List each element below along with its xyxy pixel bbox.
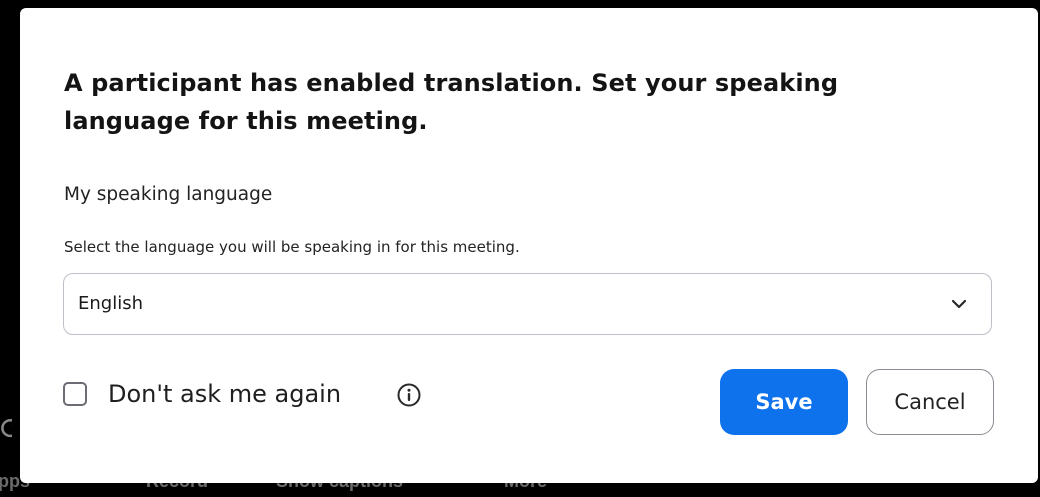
save-button[interactable]: Save <box>720 369 848 435</box>
selected-language: English <box>78 293 143 314</box>
dont-ask-again-label[interactable]: Don't ask me again <box>108 377 341 411</box>
speaking-language-select[interactable]: English <box>63 273 992 335</box>
speaking-language-label: My speaking language <box>64 184 273 205</box>
chevron-down-icon <box>951 299 967 309</box>
dialog-title: A participant has enabled translation. S… <box>64 69 839 135</box>
speaking-language-help-text: Select the language you will be speaking… <box>64 238 520 256</box>
dont-ask-again-checkbox[interactable] <box>63 382 87 406</box>
dont-ask-again-row: Don't ask me again <box>63 374 443 414</box>
cancel-button[interactable]: Cancel <box>866 369 994 435</box>
info-icon[interactable] <box>396 382 422 408</box>
translation-language-dialog: A participant has enabled translation. S… <box>20 8 1038 483</box>
partial-toolbar-icon: ⟳ <box>0 408 12 452</box>
